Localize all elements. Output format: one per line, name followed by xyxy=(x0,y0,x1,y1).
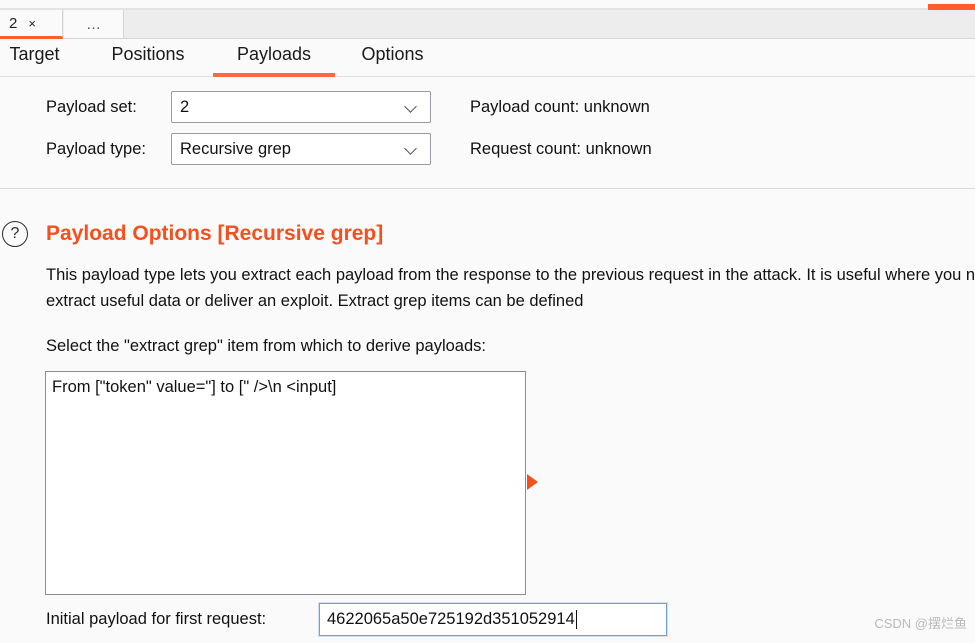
payload-options-description: This payload type lets you extract each … xyxy=(46,266,975,310)
attack-tab-more[interactable]: … xyxy=(64,10,124,39)
close-icon[interactable]: × xyxy=(28,17,36,30)
help-icon[interactable]: ? xyxy=(2,221,28,247)
payload-type-value: Recursive grep xyxy=(180,139,291,158)
payload-set-dropdown[interactable]: 2 xyxy=(171,91,431,123)
chevron-down-icon xyxy=(404,142,418,156)
request-count-label: Request count: xyxy=(470,140,581,158)
initial-payload-value: 4622065a50e725192d351052914 xyxy=(327,610,575,628)
payload-count-value: unknown xyxy=(583,98,650,116)
chevron-down-icon xyxy=(404,100,418,114)
attack-tab-strip: 2 × … xyxy=(0,10,975,39)
burp-intruder-payloads-window: 2 × … Target Positions Payloads Options … xyxy=(0,0,975,643)
tab-target[interactable]: Target xyxy=(0,40,69,77)
tab-target-label: Target xyxy=(9,44,60,64)
payload-type-label: Payload type: xyxy=(46,140,146,158)
attack-tab-label: 2 xyxy=(9,14,18,32)
payload-count: Payload count: unknown xyxy=(470,98,650,117)
initial-payload-input[interactable]: 4622065a50e725192d351052914 xyxy=(318,602,668,637)
attack-tab-2[interactable]: 2 × xyxy=(0,10,63,39)
text-caret xyxy=(575,610,577,629)
attack-tab-more-label: … xyxy=(86,15,101,33)
intruder-tab-bar: Target Positions Payloads Options xyxy=(0,40,975,77)
initial-payload-label: Initial payload for first request: xyxy=(46,610,267,628)
tab-options-label: Options xyxy=(361,44,424,64)
request-count-value: unknown xyxy=(585,140,652,158)
extract-grep-listbox[interactable]: From ["token" value="] to [" />\n <input… xyxy=(45,371,526,595)
payload-type-dropdown[interactable]: Recursive grep xyxy=(171,133,431,165)
tab-positions-label: Positions xyxy=(111,44,185,64)
payload-set-label: Payload set: xyxy=(46,98,137,116)
play-arrow-icon[interactable] xyxy=(527,474,538,490)
tab-payloads-label: Payloads xyxy=(236,44,312,64)
tab-options[interactable]: Options xyxy=(340,40,445,77)
tab-payloads[interactable]: Payloads xyxy=(213,40,335,77)
extract-grep-select-label: Select the "extract grep" item from whic… xyxy=(46,337,486,355)
watermark: CSDN @摆烂鱼 xyxy=(874,616,967,631)
list-item[interactable]: From ["token" value="] to [" />\n <input… xyxy=(46,372,525,398)
payload-count-label: Payload count: xyxy=(470,98,580,116)
section-divider xyxy=(0,188,975,189)
request-count: Request count: unknown xyxy=(470,140,652,159)
payload-options-heading: Payload Options [Recursive grep] xyxy=(46,222,384,245)
tab-strip-filler xyxy=(124,10,975,39)
tab-positions[interactable]: Positions xyxy=(83,40,213,77)
payload-set-value: 2 xyxy=(180,97,190,116)
